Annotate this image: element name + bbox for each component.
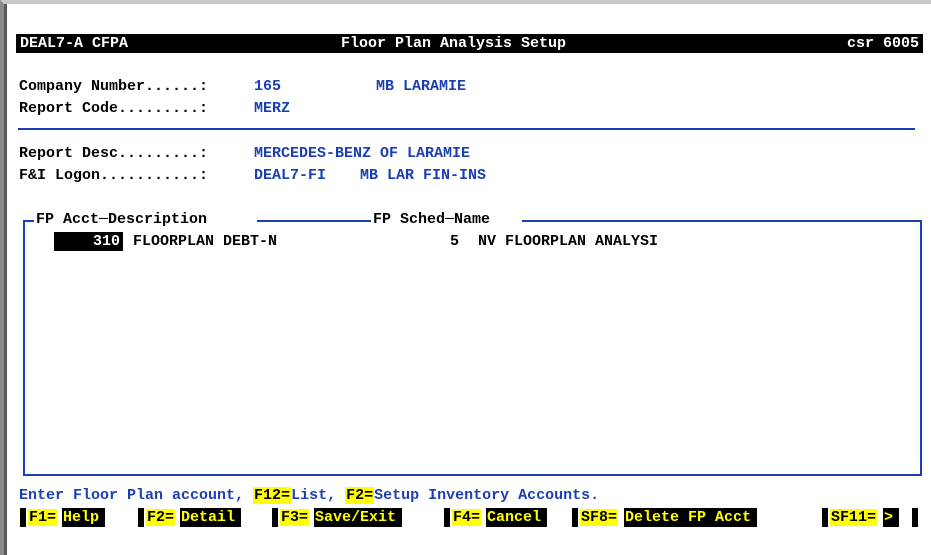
fi-logon-name: MB LAR FIN-INS	[360, 167, 487, 184]
key-marker	[822, 508, 828, 527]
report-desc-field[interactable]: MERCEDES-BENZ OF LARAMIE	[254, 145, 470, 162]
function-key-bar: F1= Help F2= Detail F3= Save/Exit F4= Ca…	[16, 508, 926, 528]
f4-cancel-button[interactable]: F4= Cancel	[444, 508, 566, 527]
acct-input[interactable]: 310	[54, 232, 123, 251]
screen-title: Floor Plan Analysis Setup	[341, 35, 567, 52]
col-header-acct-desc: FP Acct─Description	[34, 211, 210, 228]
sf11-next-button[interactable]: SF11= >	[822, 508, 904, 527]
box-left	[23, 220, 25, 476]
window-edge	[4, 4, 7, 555]
report-code-label: Report Code.........:	[19, 100, 209, 117]
f3-key: F3=	[280, 509, 310, 526]
f2-key: F2=	[146, 509, 176, 526]
status-key-f2: F2=	[345, 487, 375, 504]
box-top-right	[522, 220, 922, 222]
report-code-field[interactable]: MERZ	[254, 100, 290, 117]
sf11-key: SF11=	[830, 509, 878, 526]
f1-help-button[interactable]: F1= Help	[20, 508, 132, 527]
status-key-f12-text: List,	[291, 487, 346, 504]
row-name: NV FLOORPLAN ANALYSI	[478, 233, 659, 250]
sf11-label: >	[883, 508, 900, 527]
status-key-f12: F12=	[253, 487, 292, 504]
sf8-label: Delete FP Acct	[624, 508, 758, 527]
sf8-key: SF8=	[580, 509, 619, 526]
f3-save-exit-button[interactable]: F3= Save/Exit	[272, 508, 437, 527]
company-number-field[interactable]: 165	[254, 78, 281, 95]
f1-key: F1=	[28, 509, 58, 526]
title-bar: DEAL7-A CFPA Floor Plan Analysis Setup c…	[16, 34, 923, 53]
key-marker	[20, 508, 26, 527]
f3-label: Save/Exit	[314, 508, 403, 527]
f1-label: Help	[62, 508, 106, 527]
report-desc-label: Report Desc.........:	[19, 145, 209, 162]
sf8-delete-button[interactable]: SF8= Delete FP Acct	[572, 508, 814, 527]
row-description: FLOORPLAN DEBT-N	[133, 233, 278, 250]
f4-label: Cancel	[486, 508, 548, 527]
status-key-f2-text: Setup Inventory Accounts.	[374, 487, 600, 504]
key-marker	[138, 508, 144, 527]
section-divider	[18, 128, 915, 130]
box-top-middle	[257, 220, 371, 222]
fkey-end-marker	[912, 508, 922, 527]
key-marker	[572, 508, 578, 527]
status-prefix: Enter Floor Plan account,	[19, 487, 254, 504]
company-name: MB LARAMIE	[376, 78, 467, 95]
fi-logon-label: F&I Logon...........:	[19, 167, 209, 184]
f2-label: Detail	[180, 508, 242, 527]
company-number-label: Company Number......:	[19, 78, 209, 95]
fi-logon-field[interactable]: DEAL7-FI	[254, 167, 326, 184]
box-right	[920, 220, 922, 476]
f2-detail-button[interactable]: F2= Detail	[138, 508, 266, 527]
key-marker	[444, 508, 450, 527]
status-line: Enter Floor Plan account, F12=List, F2=S…	[19, 487, 599, 504]
key-marker	[912, 508, 918, 527]
screen-id: csr 6005	[846, 35, 919, 52]
col-header-sched-name: FP Sched─Name	[371, 211, 493, 228]
session-id: DEAL7-A CFPA	[20, 35, 129, 52]
f4-key: F4=	[452, 509, 482, 526]
box-bottom	[23, 474, 922, 476]
key-marker	[272, 508, 278, 527]
acct-value: 310	[92, 233, 120, 250]
row-sched: 5	[450, 233, 460, 250]
